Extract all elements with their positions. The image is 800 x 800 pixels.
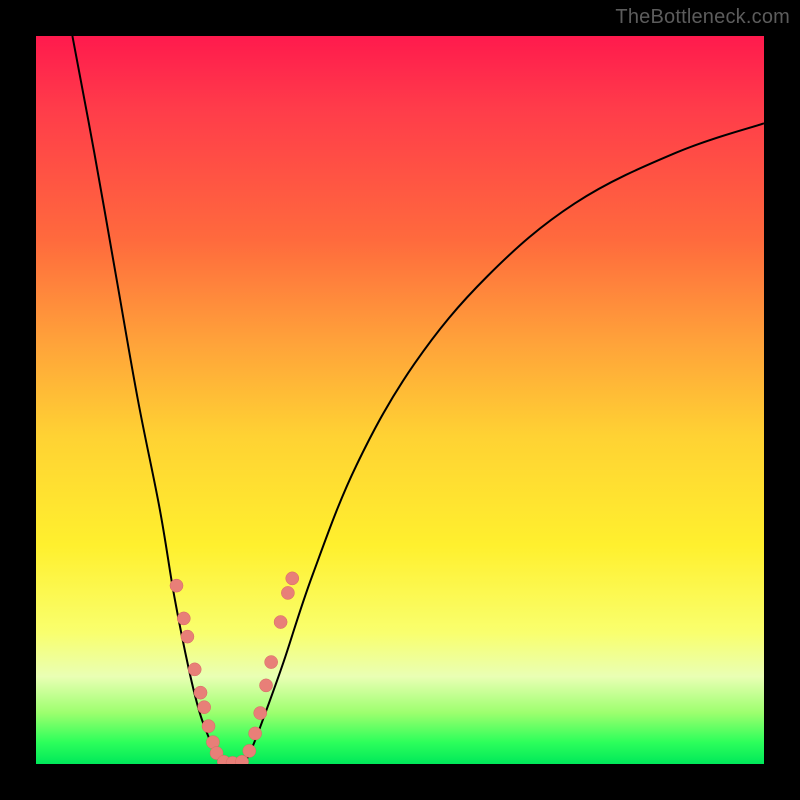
bead-marker [194,686,207,699]
marker-beads [170,572,299,764]
bead-marker [188,663,201,676]
chart-container: TheBottleneck.com [0,0,800,800]
bead-marker [281,586,294,599]
right-curve [241,123,764,764]
chart-svg [36,36,764,764]
bead-marker [198,701,211,714]
bead-marker [249,727,262,740]
bead-marker [243,744,256,757]
bead-marker [254,706,267,719]
bead-marker [259,679,272,692]
left-curve [72,36,223,764]
watermark-text: TheBottleneck.com [615,6,790,29]
plot-area [36,36,764,764]
bead-marker [202,720,215,733]
bead-marker [177,612,190,625]
bead-marker [286,572,299,585]
bead-marker [181,630,194,643]
bead-marker [274,615,287,628]
bead-marker [265,656,278,669]
bead-marker [170,579,183,592]
